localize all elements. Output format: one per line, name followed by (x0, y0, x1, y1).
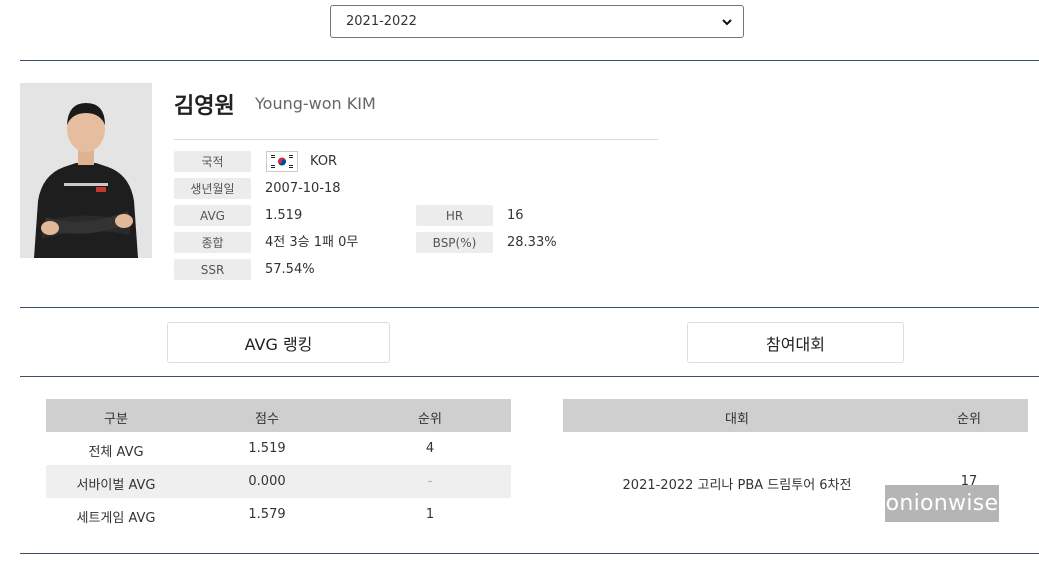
birth-label: 생년월일 (174, 178, 251, 199)
record-label: 종합 (174, 232, 251, 253)
name-divider (174, 139, 658, 140)
avg-value: 1.519 (265, 208, 303, 223)
birth-value: 2007-10-18 (265, 181, 341, 196)
season-select-value: 2021-2022 (346, 14, 417, 29)
divider (20, 307, 1039, 308)
avg-label: AVG (174, 205, 251, 226)
hr-value: 16 (507, 208, 524, 223)
player-name-english: Young-won KIM (255, 94, 376, 113)
avg-table-header-rank: 순위 (418, 412, 442, 427)
avg-table-row-2-score: 0.000 (248, 474, 286, 489)
tournament-table-header-name: 대회 (725, 412, 749, 427)
avg-table-row-1-score: 1.519 (248, 441, 286, 456)
divider (20, 553, 1039, 554)
bsp-label: BSP(%) (416, 232, 493, 253)
ssr-value: 57.54% (265, 262, 315, 277)
avg-table-header-score: 점수 (255, 412, 279, 427)
tournament-table-header-rank: 순위 (957, 412, 981, 427)
divider (20, 60, 1039, 61)
avg-ranking-button[interactable]: AVG 랭킹 (167, 322, 390, 363)
avg-table-header-category: 구분 (104, 412, 128, 427)
chevron-down-icon (722, 18, 732, 25)
player-photo (20, 83, 152, 258)
nationality-value: KOR (310, 154, 338, 169)
player-name-korean: 김영원 (174, 94, 235, 119)
watermark: onionwise (885, 485, 999, 522)
korea-flag-icon (266, 151, 298, 172)
avg-table-row-1-category: 전체 AVG (88, 445, 144, 460)
nationality-label: 국적 (174, 151, 251, 172)
tournaments-button[interactable]: 참여대회 (687, 322, 904, 363)
bsp-value: 28.33% (507, 235, 557, 250)
avg-table-row-2-rank: - (427, 474, 433, 489)
avg-table-row-3-rank: 1 (425, 507, 435, 522)
record-value: 4전 3승 1패 0무 (265, 235, 359, 250)
hr-label: HR (416, 205, 493, 226)
avg-table-row-2-category: 서바이벌 AVG (76, 478, 156, 493)
avg-table-row-1-rank: 4 (425, 441, 435, 456)
avg-table-row-3-category: 세트게임 AVG (76, 511, 156, 526)
avg-table-row-3-score: 1.579 (248, 507, 286, 522)
season-select[interactable]: 2021-2022 (330, 5, 744, 38)
player-silhouette-icon (20, 83, 152, 258)
divider (20, 376, 1039, 377)
tournament-table-row-1-name[interactable]: 2021-2022 고리나 PBA 드림투어 6차전 (623, 474, 852, 493)
ssr-label: SSR (174, 259, 251, 280)
